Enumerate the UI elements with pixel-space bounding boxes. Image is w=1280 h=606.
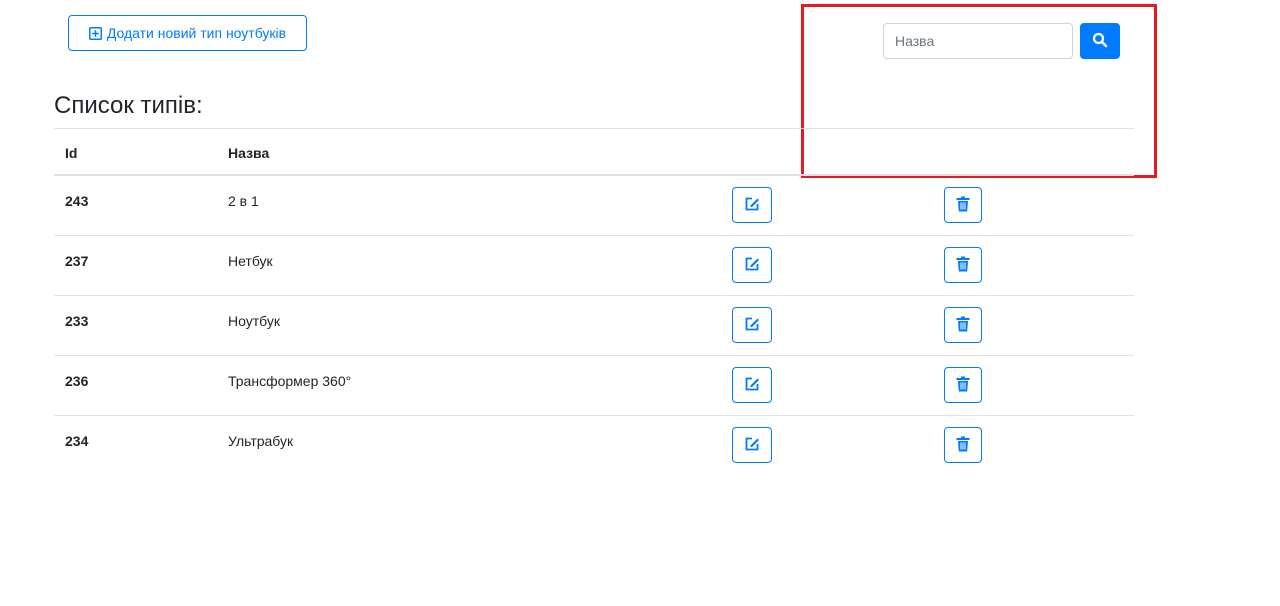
edit-icon xyxy=(744,256,760,275)
page-title: Список типів: xyxy=(54,92,203,119)
edit-button[interactable] xyxy=(732,307,772,343)
row-name: Трансформер 360° xyxy=(228,373,352,389)
trash-icon xyxy=(956,256,970,275)
table-row: 234 Ультрабук xyxy=(54,416,1134,476)
page: Додати новий тип ноутбуків Список типів:… xyxy=(0,0,1280,606)
search-input[interactable] xyxy=(883,23,1073,59)
table-row: 233 Ноутбук xyxy=(54,296,1134,356)
delete-button[interactable] xyxy=(944,247,982,283)
row-id: 237 xyxy=(65,253,89,269)
search-button[interactable] xyxy=(1080,23,1120,59)
types-table: Id Назва 243 2 в 1 237 Нетбук 233 Ноутбу… xyxy=(54,128,1134,476)
row-name: 2 в 1 xyxy=(228,193,259,209)
row-id: 233 xyxy=(65,313,89,329)
delete-button[interactable] xyxy=(944,307,982,343)
search-icon xyxy=(1092,32,1108,51)
delete-button[interactable] xyxy=(944,427,982,463)
table-row: 236 Трансформер 360° xyxy=(54,356,1134,416)
trash-icon xyxy=(956,196,970,215)
add-type-label: Додати новий тип ноутбуків xyxy=(106,25,287,41)
trash-icon xyxy=(956,436,970,455)
column-header-name: Назва xyxy=(228,145,270,161)
trash-icon xyxy=(956,376,970,395)
row-id: 236 xyxy=(65,373,89,389)
edit-icon xyxy=(744,376,760,395)
row-name: Ноутбук xyxy=(228,313,280,329)
table-row: 243 2 в 1 xyxy=(54,176,1134,236)
trash-icon xyxy=(956,316,970,335)
table-header: Id Назва xyxy=(54,129,1134,176)
delete-button[interactable] xyxy=(944,187,982,223)
edit-icon xyxy=(744,316,760,335)
add-type-button[interactable]: Додати новий тип ноутбуків xyxy=(68,15,307,51)
edit-button[interactable] xyxy=(732,427,772,463)
edit-icon xyxy=(744,196,760,215)
plus-square-icon xyxy=(88,26,102,40)
row-name: Ультрабук xyxy=(228,433,294,449)
edit-button[interactable] xyxy=(732,367,772,403)
column-header-id: Id xyxy=(65,145,78,161)
edit-button[interactable] xyxy=(732,187,772,223)
table-row: 237 Нетбук xyxy=(54,236,1134,296)
row-id: 234 xyxy=(65,433,89,449)
edit-button[interactable] xyxy=(732,247,772,283)
row-id: 243 xyxy=(65,193,89,209)
delete-button[interactable] xyxy=(944,367,982,403)
edit-icon xyxy=(744,436,760,455)
row-name: Нетбук xyxy=(228,253,273,269)
